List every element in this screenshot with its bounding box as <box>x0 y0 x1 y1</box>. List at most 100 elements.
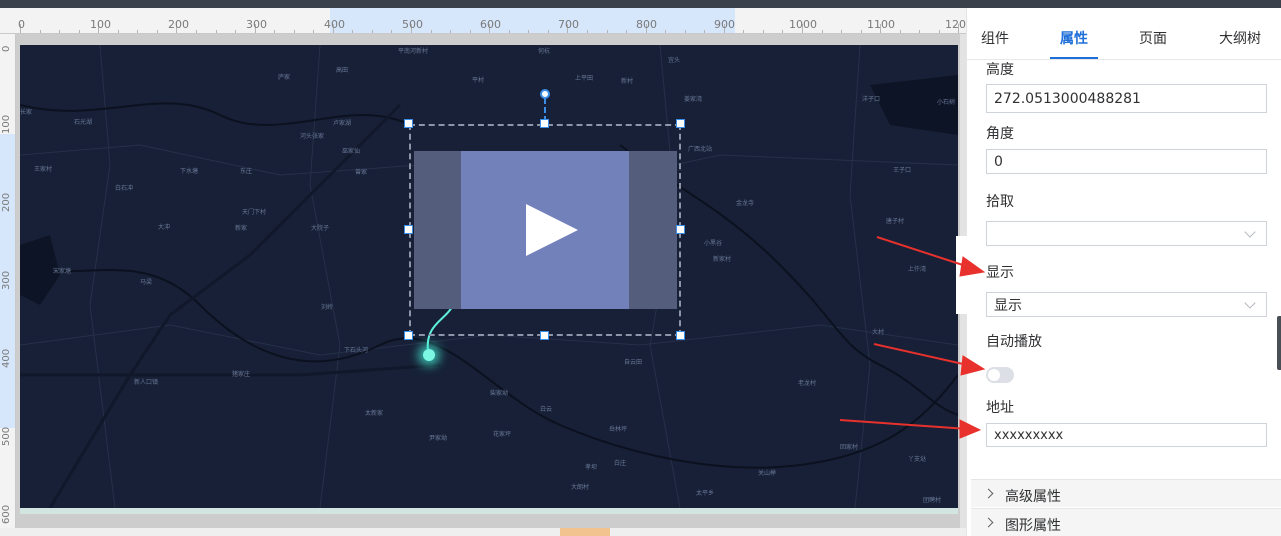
ruler-tick <box>919 30 921 33</box>
rotate-handle[interactable] <box>540 89 550 99</box>
map-place-label: 新家 <box>235 225 248 232</box>
toggle-knob <box>988 369 1000 381</box>
ruler-tick <box>782 30 784 33</box>
top-strip <box>0 0 1281 8</box>
resize-handle-bottom[interactable] <box>540 331 549 340</box>
map-place-label: 姜家湾 <box>684 96 703 103</box>
display-select-value: 显示 <box>994 297 1022 314</box>
map-place-label: 高田 <box>336 67 349 74</box>
active-tab-indicator <box>1050 57 1098 59</box>
ruler-tick <box>606 30 608 33</box>
map-place-label: 长家 <box>20 109 33 116</box>
map-place-label: 新村 <box>621 78 634 85</box>
ruler-tick <box>215 30 217 33</box>
resize-handle-top[interactable] <box>540 119 549 128</box>
ruler-tick <box>39 30 41 33</box>
angle-input[interactable]: 0 <box>986 149 1267 174</box>
ruler-label: 1000 <box>789 18 817 31</box>
resize-handle-bottom-right[interactable] <box>676 331 685 340</box>
map-place-label: 新人口镇 <box>134 379 159 386</box>
ruler-tick <box>821 30 823 33</box>
ruler-label: 700 <box>558 18 579 31</box>
ruler-tick <box>743 30 745 33</box>
map-place-label: 曾家 <box>355 169 368 176</box>
map-place-label: 猪家庄 <box>232 371 251 378</box>
map-place-label: 孝坝 <box>585 464 598 471</box>
map-place-label: 花家坪 <box>493 431 512 438</box>
map-place-label: 大院子 <box>311 225 330 232</box>
ruler-tick <box>78 30 80 33</box>
display-select[interactable]: 显示 <box>986 292 1267 317</box>
map-place-label: 东庄 <box>240 168 253 175</box>
map-place-label: 岳林坪 <box>609 426 628 433</box>
ruler-tick <box>59 30 61 33</box>
map-place-label: 关山榉 <box>758 470 777 477</box>
display-label: 显示 <box>986 265 1014 281</box>
ruler-tick <box>684 30 686 33</box>
ruler-tick <box>235 30 237 33</box>
map-place-label: 白石冲 <box>115 185 134 192</box>
ruler-label: 600 <box>480 18 501 31</box>
map-place-label: 上仟湾 <box>908 266 927 273</box>
tab-properties[interactable]: 属性 <box>1060 28 1088 48</box>
map-place-label: 自云田 <box>624 359 643 366</box>
advanced-properties-section[interactable]: 高级属性 <box>971 479 1281 507</box>
ruler-tick <box>117 30 119 33</box>
tab-components[interactable]: 组件 <box>981 28 1009 48</box>
map-place-label: 大朗村 <box>571 484 590 491</box>
shape-properties-section[interactable]: 图形属性 <box>971 508 1281 536</box>
resize-handle-bottom-left[interactable] <box>404 331 413 340</box>
ruler-label: 900 <box>714 18 735 31</box>
panel-tabs: 组件 属性 页面 大纲树 <box>967 8 1281 60</box>
autoplay-toggle[interactable] <box>986 367 1014 383</box>
ruler-tick <box>195 30 197 33</box>
ruler-tick <box>547 30 549 33</box>
pick-select[interactable] <box>986 221 1267 246</box>
ruler-label: 300 <box>1 270 12 290</box>
panel-edge <box>956 236 968 314</box>
side-collapse-tab[interactable] <box>1277 316 1281 370</box>
map-place-label: 王家村 <box>34 166 53 173</box>
ruler-tick <box>704 30 706 33</box>
ruler-label: 400 <box>324 18 345 31</box>
ruler-tick <box>274 30 276 33</box>
ruler-label: 0 <box>1 45 12 52</box>
ruler-label: 200 <box>168 18 189 31</box>
map-place-label: 小石树 <box>937 99 956 106</box>
resize-handle-left[interactable] <box>404 225 413 234</box>
url-label: 地址 <box>986 400 1014 416</box>
url-input[interactable]: xxxxxxxxx <box>986 423 1267 447</box>
ruler-tick <box>293 30 295 33</box>
chevron-down-icon <box>1244 225 1256 238</box>
glow-point <box>423 349 435 361</box>
ruler-label: 120 <box>945 18 966 31</box>
resize-handle-right[interactable] <box>676 225 685 234</box>
map-place-label: 平村 <box>472 77 485 84</box>
map-place-label: 天门下村 <box>242 209 267 216</box>
ruler-tick <box>450 30 452 33</box>
ruler-tick <box>469 30 471 33</box>
map-place-label: 巫家仙 <box>342 148 361 155</box>
chevron-right-icon <box>983 488 994 499</box>
map-place-label: 平南河新村 <box>398 48 429 55</box>
map-place-label: 大村 <box>872 329 885 336</box>
map-place-label: 石光湖 <box>74 119 93 126</box>
autoplay-label: 自动播放 <box>986 334 1042 350</box>
map-place-label: 上平田 <box>575 75 594 82</box>
map-place-label: 洋子口 <box>862 96 881 103</box>
ruler-tick <box>352 30 354 33</box>
ruler-tick <box>841 30 843 33</box>
tab-outline-tree[interactable]: 大纲树 <box>1219 28 1261 48</box>
resize-handle-top-left[interactable] <box>404 119 413 128</box>
ruler-label: 1100 <box>867 18 895 31</box>
selection-box[interactable] <box>409 124 681 336</box>
map-place-label: 下石头河 <box>344 347 369 354</box>
resize-handle-top-right[interactable] <box>676 119 685 128</box>
map-place-label: 唐子村 <box>886 218 905 225</box>
canvas-bottom-bar <box>0 528 966 536</box>
ruler-tick <box>430 30 432 33</box>
height-input[interactable]: 272.0513000488281 <box>986 84 1267 113</box>
tab-page[interactable]: 页面 <box>1139 28 1167 48</box>
ruler-tick <box>762 30 764 33</box>
ruler-tick <box>528 30 530 33</box>
